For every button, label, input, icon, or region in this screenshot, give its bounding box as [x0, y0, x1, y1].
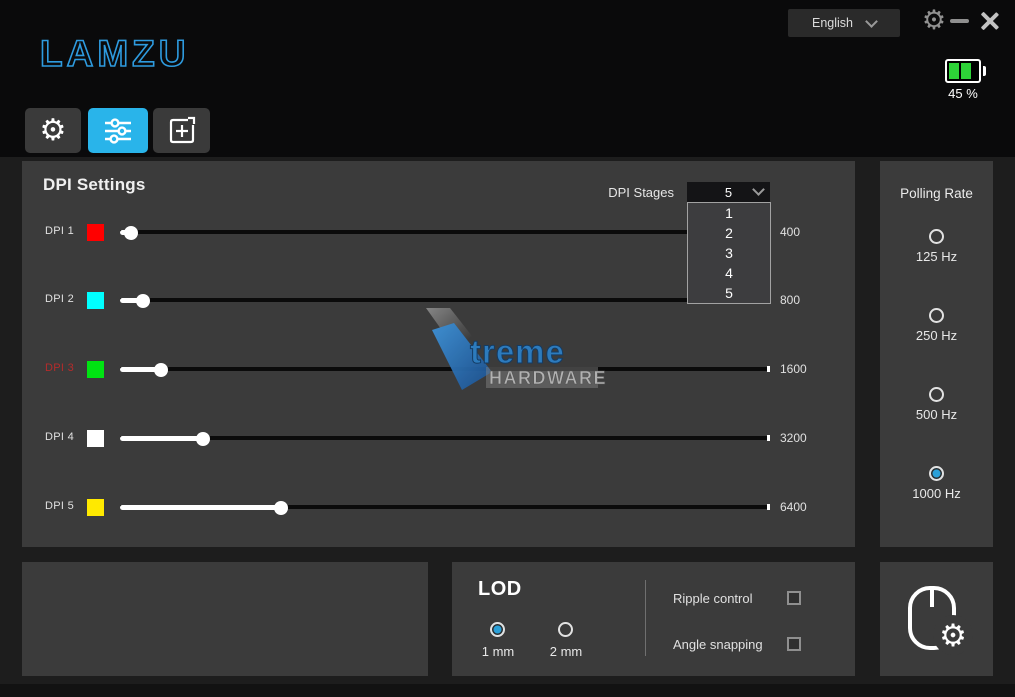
- tab-add-profile[interactable]: [153, 108, 210, 153]
- dpi-row-label: DPI 1: [45, 225, 75, 237]
- dpi-color-swatch[interactable]: [87, 430, 104, 447]
- dpi-row-4: DPI 4 3200: [22, 428, 855, 449]
- dpi-slider[interactable]: [120, 290, 770, 311]
- dpi-slider[interactable]: [120, 428, 770, 449]
- dpi-color-swatch[interactable]: [87, 224, 104, 241]
- battery-percent: 45 %: [948, 86, 978, 101]
- dpi-color-swatch[interactable]: [87, 361, 104, 378]
- bottom-strip: [0, 684, 1015, 697]
- dpi-color-swatch[interactable]: [87, 499, 104, 516]
- dpi-stages-label: DPI Stages: [608, 185, 674, 200]
- dpi-row-label: DPI 4: [45, 431, 75, 443]
- polling-rate-title: Polling Rate: [900, 186, 973, 201]
- language-selector[interactable]: English: [788, 9, 900, 37]
- polling-radio-1000hz[interactable]: [929, 466, 944, 481]
- close-icon[interactable]: [979, 11, 999, 31]
- slider-fill: [120, 504, 282, 510]
- dropdown-option[interactable]: 5: [688, 283, 770, 303]
- gear-icon: ⚙: [39, 113, 67, 147]
- polling-radio-250hz[interactable]: [929, 308, 944, 323]
- divider: [645, 580, 646, 656]
- dpi-value: 3200: [780, 431, 807, 445]
- lod-label: 1 mm: [481, 644, 515, 659]
- polling-radio-500hz[interactable]: [929, 387, 944, 402]
- dpi-slider[interactable]: [120, 497, 770, 518]
- titlebar-gear-icon[interactable]: ⚙: [919, 4, 949, 36]
- dpi-settings-title: DPI Settings: [43, 175, 146, 194]
- angle-snapping-label: Angle snapping: [673, 637, 763, 652]
- dpi-value: 1600: [780, 362, 807, 376]
- angle-snapping-checkbox[interactable]: [787, 637, 801, 651]
- dpi-slider[interactable]: [120, 222, 770, 243]
- battery-icon: [945, 59, 981, 83]
- lod-label: 2 mm: [549, 644, 583, 659]
- lod-radio-2mm[interactable]: [558, 622, 573, 637]
- slider-thumb[interactable]: [153, 362, 168, 377]
- slider-thumb[interactable]: [195, 431, 210, 446]
- battery-bar: [949, 63, 959, 79]
- polling-label: 125 Hz: [915, 249, 958, 264]
- battery-bar: [961, 63, 971, 79]
- tab-dpi-settings[interactable]: [88, 108, 148, 153]
- ripple-control-checkbox[interactable]: [787, 591, 801, 605]
- dpi-stages-selected-value: 5: [724, 184, 733, 200]
- dropdown-option[interactable]: 2: [688, 223, 770, 243]
- plus-box-icon: [169, 116, 195, 143]
- dropdown-option[interactable]: 3: [688, 243, 770, 263]
- dpi-row-label: DPI 5: [45, 500, 75, 512]
- titlebar: LAMZU English ⚙ 45 % ⚙: [0, 0, 1015, 157]
- ripple-control-label: Ripple control: [673, 591, 753, 606]
- lod-title: LOD: [478, 578, 522, 600]
- gear-icon: ⚙: [933, 615, 973, 655]
- dpi-row-label: DPI 3: [45, 362, 75, 374]
- dpi-slider[interactable]: [120, 359, 770, 380]
- polling-label: 500 Hz: [915, 407, 958, 422]
- dpi-value: 400: [780, 225, 801, 239]
- mouse-settings-button[interactable]: ⚙: [880, 562, 993, 676]
- sliders-icon: [105, 117, 131, 144]
- dropdown-option[interactable]: 1: [688, 203, 770, 223]
- tab-settings[interactable]: ⚙: [25, 108, 81, 153]
- empty-panel: [22, 562, 428, 676]
- mouse-wheel-line: [930, 588, 934, 607]
- polling-label: 250 Hz: [915, 328, 958, 343]
- polling-radio-125hz[interactable]: [929, 229, 944, 244]
- dpi-color-swatch[interactable]: [87, 292, 104, 309]
- dpi-stages-dropdown-list: 1 2 3 4 5: [687, 202, 771, 304]
- dpi-row-label: DPI 2: [45, 293, 75, 305]
- battery-nub: [983, 66, 986, 76]
- slider-fill: [120, 435, 203, 441]
- dpi-row-5: DPI 5 6400: [22, 497, 855, 518]
- lod-radio-1mm[interactable]: [490, 622, 505, 637]
- dpi-value: 6400: [780, 500, 807, 514]
- polling-label: 1000 Hz: [912, 486, 961, 501]
- polling-rate-panel: Polling Rate 125 Hz 250 Hz 500 Hz 1000 H…: [880, 161, 993, 547]
- slider-thumb[interactable]: [135, 293, 150, 308]
- app-window: LAMZU English ⚙ 45 % ⚙ DPI Settings DPI …: [0, 0, 1015, 697]
- dpi-stages-select[interactable]: 5: [687, 182, 770, 202]
- language-selector-value: English: [812, 16, 853, 30]
- dpi-settings-panel: DPI Settings DPI Stages 5 1 2 3 4 5 DPI …: [22, 161, 855, 547]
- lamzu-logo-text: LAMZU: [40, 33, 189, 74]
- slider-thumb[interactable]: [124, 225, 139, 240]
- lamzu-logo: LAMZU: [39, 32, 189, 75]
- chevron-down-icon: [865, 14, 878, 28]
- minimize-icon[interactable]: [950, 19, 969, 23]
- lod-panel: LOD 1 mm 2 mm Ripple control Angle snapp…: [452, 562, 855, 676]
- chevron-down-icon: [752, 183, 765, 196]
- slider-thumb[interactable]: [274, 500, 289, 515]
- dropdown-option[interactable]: 4: [688, 263, 770, 283]
- dpi-value: 800: [780, 293, 801, 307]
- dpi-row-3: DPI 3 1600: [22, 359, 855, 380]
